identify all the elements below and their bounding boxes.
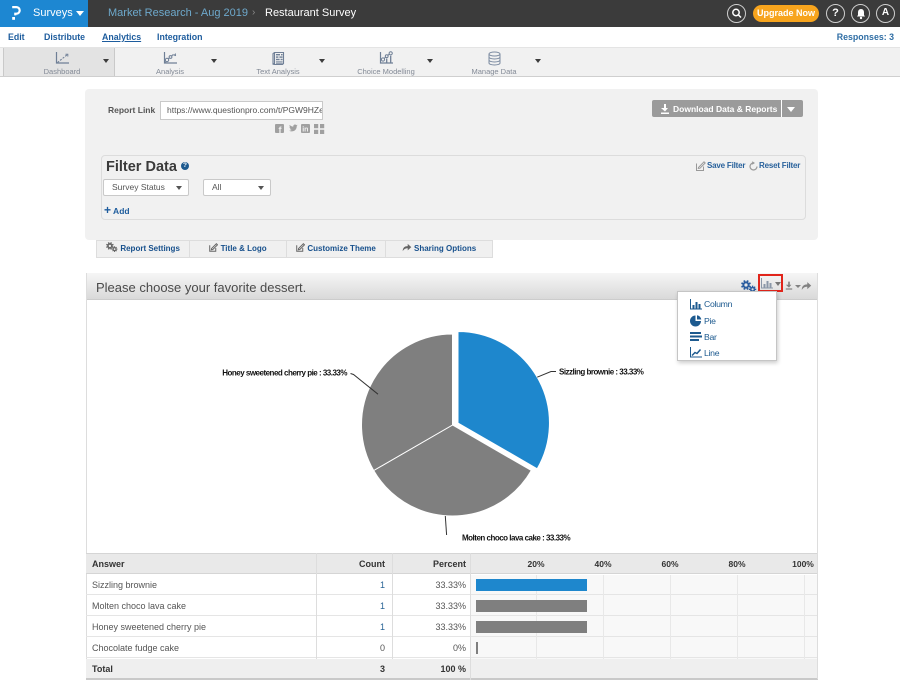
svg-text:Sizzling brownie : 33.33%: Sizzling brownie : 33.33% xyxy=(559,368,644,377)
svg-text:in: in xyxy=(302,127,308,134)
svg-text:Molten choco lava cake : 33.33: Molten choco lava cake : 33.33% xyxy=(462,534,570,543)
svg-text:Honey sweetened cherry pie : 3: Honey sweetened cherry pie : 33.33% xyxy=(222,369,347,378)
